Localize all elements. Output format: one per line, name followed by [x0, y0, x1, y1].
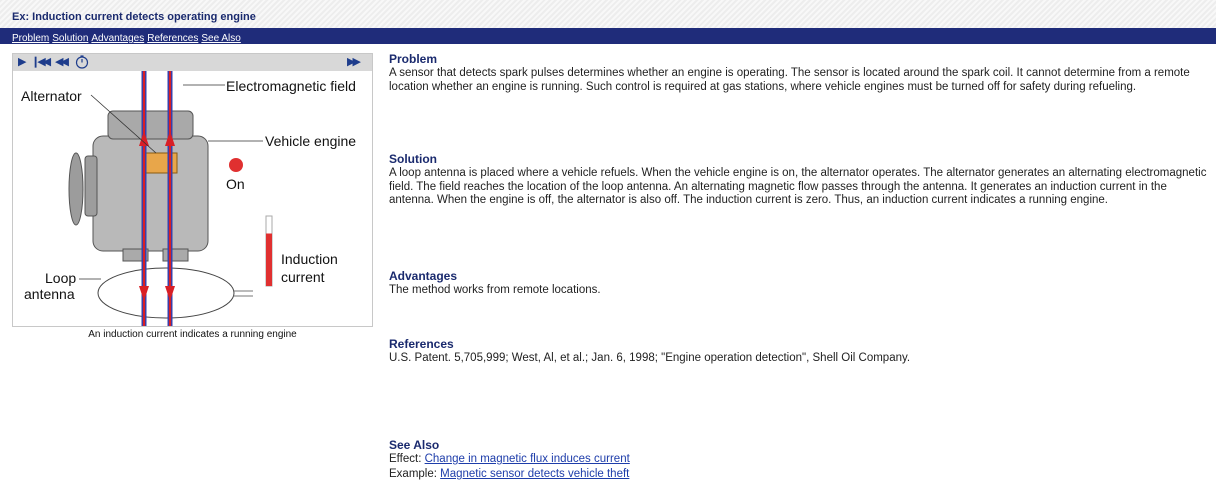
- problem-text: A sensor that detects spark pulses deter…: [389, 67, 1190, 93]
- references-text: U.S. Patent. 5,705,999; West, Al, et al.…: [389, 352, 911, 364]
- skip-to-start-icon[interactable]: ❙◀◀: [31, 55, 51, 69]
- field-arrow-down: [139, 286, 149, 301]
- label-loop: Loop: [45, 270, 76, 286]
- engine-on-indicator: [229, 158, 243, 172]
- nav-link-solution[interactable]: Solution: [52, 33, 88, 44]
- label-antenna: antenna: [24, 286, 75, 302]
- example-label: Example:: [389, 468, 437, 480]
- label-on: On: [226, 176, 245, 192]
- nav-link-problem[interactable]: Problem: [12, 33, 49, 44]
- advantages-text: The method works from remote locations.: [389, 284, 601, 296]
- nav-link-see-also[interactable]: See Also: [201, 33, 240, 44]
- animation-player: ▶ ❙◀◀ ◀◀ ▶▶ Alternator Electromagnetic f…: [12, 53, 373, 327]
- see-also-heading: See Also: [389, 438, 440, 452]
- section-nav-links: Problem Solution Advantages References See A…: [12, 28, 244, 47]
- label-electromagnetic-field: Electromagnetic field: [226, 78, 356, 94]
- nav-link-advantages[interactable]: Advantages: [91, 33, 144, 44]
- see-also-example: Example: Magnetic sensor detects vehicle…: [389, 468, 629, 480]
- label-current: current: [281, 269, 325, 285]
- nav-link-references[interactable]: References: [147, 33, 198, 44]
- page-title: Ex: Induction current detects operating …: [12, 11, 256, 23]
- fast-forward-icon[interactable]: ▶▶: [347, 55, 361, 69]
- antenna-lead: [234, 290, 253, 297]
- references-heading: References: [389, 337, 454, 351]
- loop-antenna-ring: [97, 267, 235, 319]
- rewind-icon[interactable]: ◀◀: [55, 55, 69, 69]
- field-arrow-down: [165, 286, 175, 301]
- play-icon[interactable]: ▶: [18, 55, 26, 69]
- title-bar: Ex: Induction current detects operating …: [0, 0, 1216, 28]
- label-alternator: Alternator: [21, 88, 82, 104]
- figure-caption: An induction current indicates a running…: [88, 329, 297, 340]
- induction-meter-fill: [266, 233, 272, 286]
- effect-link[interactable]: Change in magnetic flux induces current: [425, 453, 630, 465]
- solution-heading: Solution: [389, 152, 437, 166]
- player-controls-bar: ▶ ❙◀◀ ◀◀ ▶▶: [13, 54, 372, 71]
- see-also-effect: Effect: Change in magnetic flux induces …: [389, 453, 630, 465]
- engine-pulley: [68, 152, 84, 226]
- label-induction: Induction: [281, 251, 338, 267]
- advantages-heading: Advantages: [389, 269, 458, 283]
- example-link[interactable]: Magnetic sensor detects vehicle theft: [440, 468, 629, 480]
- problem-heading: Problem: [389, 52, 438, 66]
- vehicle-engine: [68, 110, 209, 262]
- effect-label: Effect:: [389, 453, 422, 465]
- section-nav-bar: Problem Solution Advantages References See A…: [0, 28, 1216, 44]
- solution-text: A loop antenna is placed where a vehicle…: [389, 167, 1207, 206]
- label-vehicle-engine: Vehicle engine: [265, 133, 356, 149]
- engine-diagram: Alternator Electromagnetic field Vehicle…: [21, 71, 356, 326]
